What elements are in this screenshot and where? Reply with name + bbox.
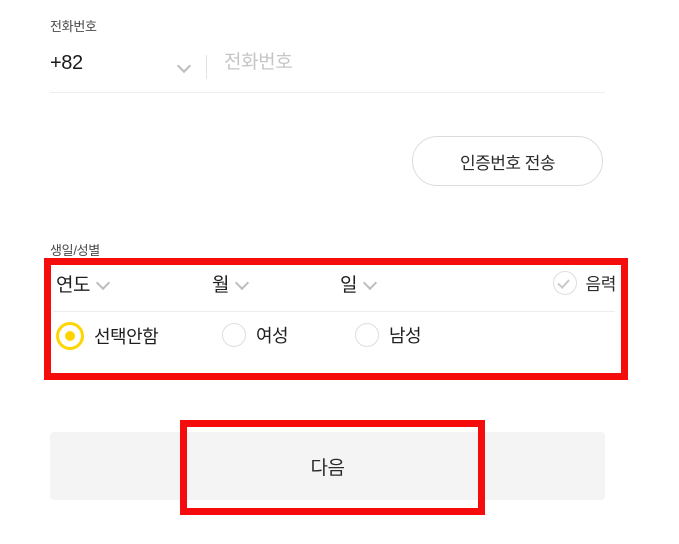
- month-select-value: 월: [212, 274, 229, 296]
- gender-option-female[interactable]: 여성: [222, 322, 289, 348]
- lunar-calendar-label: 음력: [585, 275, 617, 294]
- phone-field-underline: [50, 92, 605, 93]
- phone-number-label: 전화번호: [50, 19, 97, 34]
- chevron-down-icon: [364, 277, 377, 290]
- radio-selected-icon: [56, 322, 84, 350]
- birth-gender-label: 생일/성별: [50, 243, 100, 258]
- radio-unselected-icon: [222, 323, 246, 347]
- gender-option-female-label: 여성: [256, 326, 289, 346]
- month-select[interactable]: 월: [212, 268, 249, 298]
- lunar-calendar-checkbox[interactable]: 음력: [552, 270, 617, 295]
- year-select-value: 연도: [56, 274, 90, 296]
- year-select[interactable]: 연도: [56, 268, 110, 298]
- signup-form-page: 전화번호 +82 인증번호 전송 생일/성별 연도 월 일: [0, 0, 679, 544]
- check-circle-icon: [552, 270, 577, 295]
- radio-unselected-icon: [355, 323, 379, 347]
- send-verification-code-button[interactable]: 인증번호 전송: [412, 136, 603, 186]
- gender-row: 선택안함 여성 남성: [50, 322, 622, 362]
- gender-option-male-label: 남성: [389, 326, 422, 346]
- chevron-down-icon: [97, 277, 110, 290]
- phone-number-input[interactable]: [224, 52, 594, 74]
- phone-number-row: +82: [50, 48, 605, 88]
- birth-date-row: 연도 월 일 음력: [50, 264, 622, 308]
- country-code-value[interactable]: +82: [50, 52, 83, 75]
- field-divider: [206, 55, 207, 79]
- gender-option-none-label: 선택안함: [94, 327, 159, 347]
- birth-gender-divider: [53, 311, 615, 312]
- chevron-down-icon: [236, 277, 249, 290]
- gender-option-none[interactable]: 선택안함: [56, 322, 159, 350]
- day-select[interactable]: 일: [340, 268, 377, 298]
- gender-option-male[interactable]: 남성: [355, 322, 422, 348]
- day-select-value: 일: [340, 274, 357, 296]
- birth-gender-block: 연도 월 일 음력 선택안함 여성 남성: [50, 264, 622, 374]
- chevron-down-icon[interactable]: [178, 60, 191, 73]
- next-button[interactable]: 다음: [50, 432, 605, 500]
